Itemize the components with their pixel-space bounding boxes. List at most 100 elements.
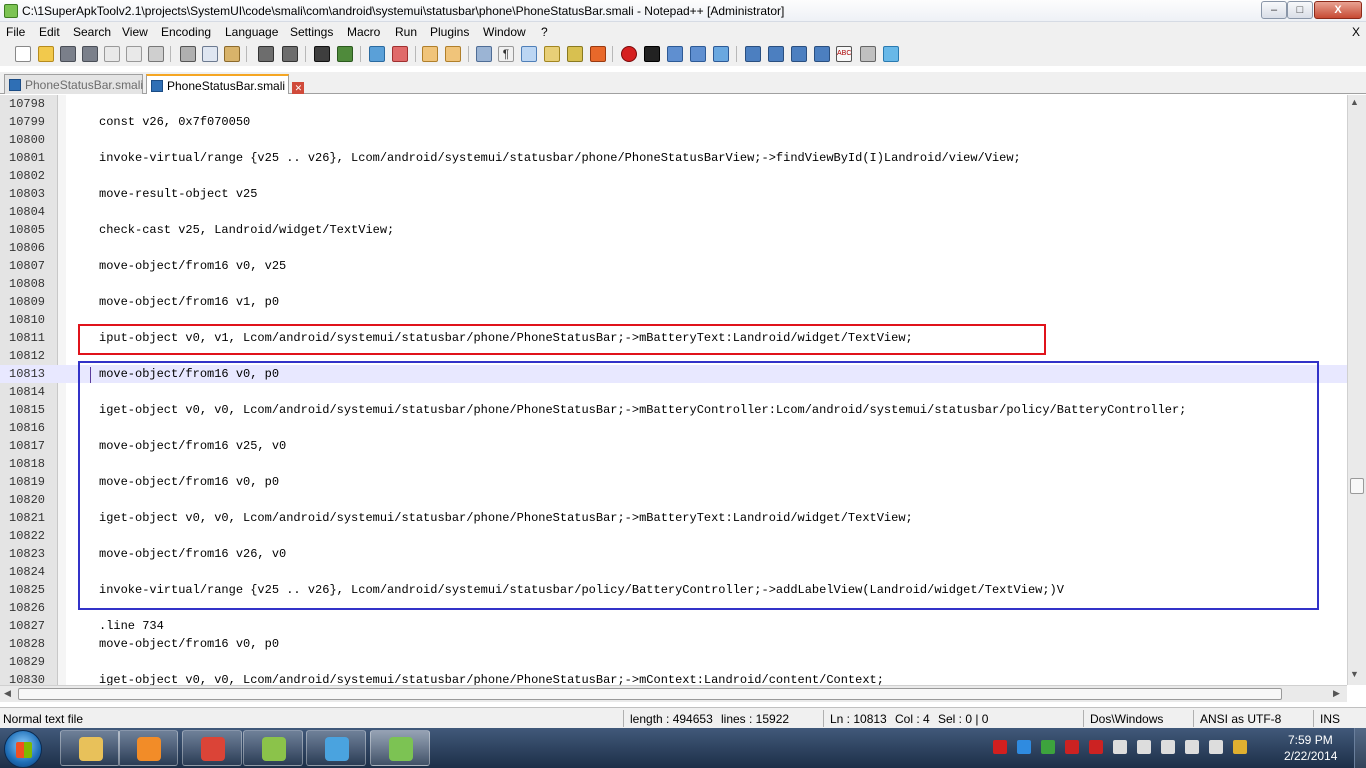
save-all-icon[interactable]	[82, 46, 98, 62]
wand-icon[interactable]	[1233, 740, 1247, 754]
doc-map-icon[interactable]	[567, 46, 583, 62]
maximize-button[interactable]: □	[1287, 1, 1313, 19]
monitor-icon[interactable]	[1209, 740, 1223, 754]
usb-icon[interactable]	[1113, 740, 1127, 754]
cut-icon[interactable]	[180, 46, 196, 62]
taskbar-app-button[interactable]	[118, 730, 178, 766]
status-insert-mode[interactable]: INS	[1320, 712, 1340, 726]
code-text[interactable]: iget-object v0, v0, Lcom/android/systemu…	[99, 673, 884, 685]
taskbar-app-button[interactable]	[182, 730, 242, 766]
menu-file[interactable]: File	[6, 25, 25, 39]
bookmark-down-icon[interactable]	[791, 46, 807, 62]
vertical-scroll-thumb[interactable]	[1350, 478, 1364, 494]
next-bookmark-icon[interactable]	[768, 46, 784, 62]
menu-plugins[interactable]: Plugins	[430, 25, 469, 39]
clock-time[interactable]: 7:59 PM	[1288, 733, 1333, 747]
code-line[interactable]: 10800	[0, 131, 1347, 149]
code-text[interactable]: move-object/from16 v0, v25	[99, 259, 286, 273]
code-line[interactable]: 10804	[0, 203, 1347, 221]
security-icon[interactable]	[1089, 740, 1103, 754]
notepadpp-app-icon[interactable]	[4, 4, 18, 18]
undo-icon[interactable]	[258, 46, 274, 62]
menu-edit[interactable]: Edit	[39, 25, 60, 39]
paste-icon[interactable]	[224, 46, 240, 62]
code-line[interactable]: 10829	[0, 653, 1347, 671]
show-all-chars-icon[interactable]: ¶	[498, 46, 514, 62]
code-line[interactable]: 10803 move-result-object v25	[0, 185, 1347, 203]
scroll-right-icon[interactable]: ▶	[1333, 688, 1340, 699]
word-wrap-icon[interactable]	[476, 46, 492, 62]
print-icon[interactable]	[148, 46, 164, 62]
code-line[interactable]: 10828 move-object/from16 v0, p0	[0, 635, 1347, 653]
tab-phonestatusbar-active[interactable]: PhoneStatusBar.smali ✕	[146, 74, 305, 94]
minimize-button[interactable]: –	[1261, 1, 1287, 19]
sync-horizontal-icon[interactable]	[445, 46, 461, 62]
code-text[interactable]: invoke-virtual/range {v25 .. v26}, Lcom/…	[99, 151, 1021, 165]
code-line[interactable]: 10805 check-cast v25, Landroid/widget/Tex…	[0, 221, 1347, 239]
taskbar-app-button[interactable]	[243, 730, 303, 766]
show-desktop-button[interactable]	[1354, 728, 1366, 768]
bookmark-icon[interactable]	[814, 46, 830, 62]
record-macro-icon[interactable]	[621, 46, 637, 62]
code-line[interactable]: 10830 iget-object v0, v0, Lcom/android/sy…	[0, 671, 1347, 685]
taskbar-app-button[interactable]	[60, 730, 120, 766]
function-list-icon[interactable]	[590, 46, 606, 62]
menu-language[interactable]: Language	[225, 25, 278, 39]
vertical-scrollbar[interactable]: ▲ ▼	[1347, 95, 1366, 685]
status-encoding[interactable]: ANSI as UTF-8	[1200, 712, 1281, 726]
menu-help[interactable]: ?	[541, 25, 548, 39]
status-eol[interactable]: Dos\Windows	[1090, 712, 1163, 726]
spellcheck-options-icon[interactable]	[860, 46, 876, 62]
close-window-button[interactable]: X	[1314, 1, 1362, 19]
find-icon[interactable]	[314, 46, 330, 62]
flag-icon[interactable]	[1065, 740, 1079, 754]
code-line[interactable]: 10802	[0, 167, 1347, 185]
close-all-icon[interactable]	[126, 46, 142, 62]
close-document-button[interactable]: X	[1352, 25, 1360, 39]
signal-icon[interactable]	[1137, 740, 1151, 754]
network-share-icon[interactable]	[1041, 740, 1055, 754]
zoom-in-icon[interactable]	[369, 46, 385, 62]
copy-icon[interactable]	[202, 46, 218, 62]
clock-date[interactable]: 2/22/2014	[1284, 749, 1337, 763]
scroll-down-icon[interactable]: ▼	[1350, 669, 1359, 679]
volume-icon[interactable]	[1185, 740, 1199, 754]
scroll-up-icon[interactable]: ▲	[1350, 97, 1359, 107]
prev-bookmark-icon[interactable]	[745, 46, 761, 62]
start-button[interactable]	[4, 730, 42, 768]
code-line[interactable]: 10807 move-object/from16 v0, v25	[0, 257, 1347, 275]
save-icon[interactable]	[60, 46, 76, 62]
redo-icon[interactable]	[282, 46, 298, 62]
spellcheck-extra-icon[interactable]	[883, 46, 899, 62]
menu-settings[interactable]: Settings	[290, 25, 333, 39]
user-language-icon[interactable]	[544, 46, 560, 62]
zoom-out-icon[interactable]	[392, 46, 408, 62]
scroll-left-icon[interactable]: ◀	[4, 688, 11, 699]
taskbar-app-button[interactable]	[370, 730, 430, 766]
menu-window[interactable]: Window	[483, 25, 526, 39]
spellcheck-icon[interactable]: ABC	[836, 46, 852, 62]
new-file-icon[interactable]	[15, 46, 31, 62]
bluetooth-icon[interactable]	[1161, 740, 1175, 754]
code-line[interactable]: 10827 .line 734	[0, 617, 1347, 635]
antivirus-icon[interactable]	[993, 740, 1007, 754]
replace-icon[interactable]	[337, 46, 353, 62]
close-file-icon[interactable]	[104, 46, 120, 62]
run-macro-multiple-icon[interactable]	[690, 46, 706, 62]
menu-macro[interactable]: Macro	[347, 25, 380, 39]
code-text[interactable]: move-object/from16 v0, p0	[99, 637, 279, 651]
save-macro-icon[interactable]	[713, 46, 729, 62]
horizontal-scroll-thumb[interactable]	[18, 688, 1282, 700]
code-text[interactable]: move-object/from16 v1, p0	[99, 295, 279, 309]
sync-vertical-icon[interactable]	[422, 46, 438, 62]
tab-phonestatusbar-inactive[interactable]: PhoneStatusBar.smali ✕	[4, 74, 163, 94]
open-file-icon[interactable]	[38, 46, 54, 62]
menu-run[interactable]: Run	[395, 25, 417, 39]
code-text[interactable]: check-cast v25, Landroid/widget/TextView…	[99, 223, 394, 237]
code-line[interactable]: 10801 invoke-virtual/range {v25 .. v26}, …	[0, 149, 1347, 167]
code-text[interactable]: move-result-object v25	[99, 187, 257, 201]
code-text[interactable]: .line 734	[99, 619, 164, 633]
code-line[interactable]: 10808	[0, 275, 1347, 293]
stop-record-icon[interactable]	[644, 46, 660, 62]
indent-guide-icon[interactable]	[521, 46, 537, 62]
